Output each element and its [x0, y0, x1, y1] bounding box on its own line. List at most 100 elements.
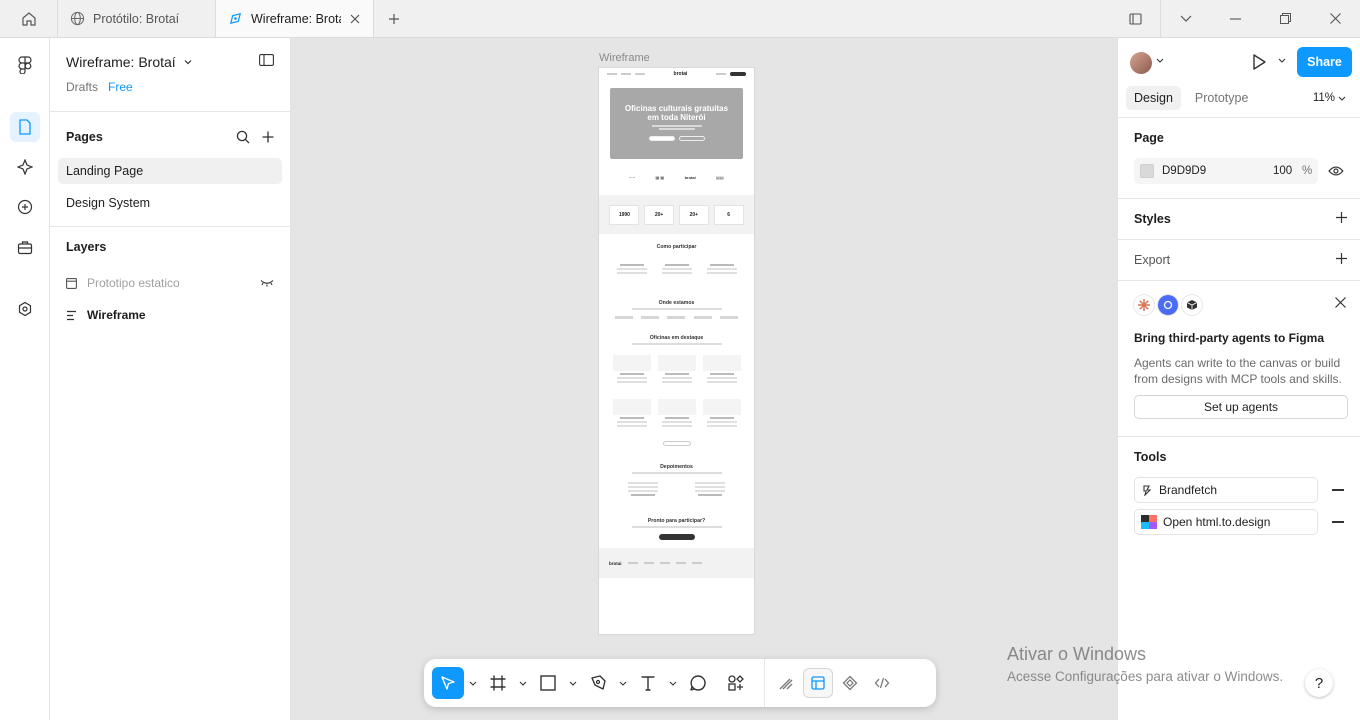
frame-tool-caret[interactable] [514, 681, 532, 686]
search-icon[interactable] [236, 130, 250, 144]
remove-tool-html-to-design[interactable] [1332, 521, 1344, 523]
tabs-dropdown-button[interactable] [1160, 0, 1210, 37]
tool-brandfetch[interactable]: Brandfetch [1134, 477, 1319, 503]
file-header: Wireframe: Brotaí Drafts Free [50, 38, 290, 112]
page-item-design-system[interactable]: Design System [58, 190, 282, 216]
pen-tool-caret[interactable] [614, 681, 632, 686]
remove-tool-brandfetch[interactable] [1332, 489, 1344, 491]
share-button[interactable]: Share [1297, 47, 1352, 77]
settings-button[interactable] [10, 294, 40, 324]
fill-opacity-value[interactable]: 100 [1252, 165, 1292, 177]
text-tool-caret[interactable] [664, 681, 682, 686]
book-icon [1128, 12, 1142, 25]
wf-logos: ~ ~ ▦ ▦ brotai ▤▤ [599, 159, 754, 195]
window-controls [1110, 0, 1360, 37]
frame-tool[interactable] [482, 667, 514, 699]
library-button[interactable] [1110, 0, 1160, 37]
tab-prototipo[interactable]: Protótilo: Brotaí [58, 0, 216, 37]
move-tool-caret[interactable] [464, 681, 482, 686]
text-tool[interactable] [632, 667, 664, 699]
add-style-icon[interactable] [1335, 211, 1348, 224]
wf-logo: brotai [684, 174, 696, 180]
tab-design[interactable]: Design [1126, 86, 1181, 110]
wf-cta-title: Pronto para participar? [647, 518, 706, 524]
layer-wireframe[interactable]: Wireframe [50, 299, 290, 331]
zoom-dropdown[interactable]: 11% [1313, 92, 1346, 104]
add-export-icon[interactable] [1335, 252, 1348, 265]
chevron-down-icon[interactable] [1278, 58, 1286, 63]
tools-title: Tools [1134, 450, 1167, 464]
tool-html-to-design[interactable]: Open html.to.design [1134, 509, 1319, 535]
fill-swatch[interactable] [1140, 164, 1154, 178]
copilot-agent-icon [1158, 295, 1178, 315]
draw-mode-button[interactable] [771, 668, 801, 698]
wf-where-title: Onde estamos [658, 300, 695, 306]
wireframe-frame[interactable]: brotai Oficinas culturais gratuitas em t… [599, 68, 754, 634]
canvas[interactable]: Wireframe brotai Oficinas culturais grat… [291, 38, 1117, 720]
chevron-down-icon [1338, 96, 1346, 101]
setup-agents-button[interactable]: Set up agents [1134, 395, 1348, 419]
present-play-icon[interactable] [1249, 52, 1269, 72]
wf-hero: Oficinas culturais gratuitas em toda Nit… [610, 88, 743, 159]
add-page-icon[interactable] [262, 131, 274, 143]
design-mode-button[interactable] [803, 668, 833, 698]
pages-header: Pages [50, 116, 290, 158]
design-mode-icon [811, 676, 825, 690]
close-window-button[interactable] [1310, 0, 1360, 37]
rectangle-icon [540, 675, 556, 691]
components-mode-button[interactable] [835, 668, 865, 698]
wf-stat: 20+ [678, 204, 709, 225]
styles-section: Styles [1118, 199, 1360, 240]
tab-prototype[interactable]: Prototype [1187, 86, 1257, 110]
html-to-design-icon [1141, 515, 1157, 529]
tab-wireframe[interactable]: Wireframe: Brotaí [216, 0, 374, 37]
toggle-ui-button[interactable] [259, 54, 274, 69]
plan-badge[interactable]: Free [108, 80, 133, 94]
layer-prototipo[interactable]: Prototipo estatico [50, 267, 290, 299]
dev-mode-icon [842, 675, 858, 691]
minimize-button[interactable] [1210, 0, 1260, 37]
close-icon [1329, 13, 1341, 24]
styles-title: Styles [1134, 212, 1171, 226]
file-panel-button[interactable] [9, 112, 40, 142]
file-title-button[interactable]: Wireframe: Brotaí [66, 54, 274, 70]
home-tab[interactable] [0, 0, 58, 37]
chevron-down-icon[interactable] [1156, 58, 1164, 63]
wf-workshops-row-2 [599, 399, 754, 427]
plugins-button[interactable] [10, 232, 40, 262]
eye-icon[interactable] [1328, 165, 1344, 177]
assets-button[interactable] [10, 152, 40, 182]
wf-footer: brotai [599, 548, 754, 578]
file-title: Wireframe: Brotaí [66, 54, 176, 70]
frame-label[interactable]: Wireframe [599, 52, 650, 64]
brandfetch-icon [1143, 485, 1152, 496]
main-menu-button[interactable] [10, 50, 40, 80]
assets-icon [16, 159, 33, 175]
code-mode-button[interactable] [867, 668, 897, 698]
new-tab-button[interactable] [374, 0, 414, 37]
figma-logo-icon [17, 56, 32, 74]
tab-bar: Protótilo: Brotaí Wireframe: Brotaí [0, 0, 1360, 38]
left-panel: Wireframe: Brotaí Drafts Free Pages Land… [50, 38, 291, 720]
pen-icon [591, 675, 606, 690]
tool-label: Brandfetch [1159, 483, 1218, 497]
page-fill-field[interactable]: D9D9D9 100 % [1134, 158, 1319, 184]
comment-tool[interactable] [682, 667, 714, 699]
shape-tool-caret[interactable] [564, 681, 582, 686]
close-icon[interactable] [1335, 297, 1346, 308]
file-location-link[interactable]: Drafts [66, 80, 98, 94]
pen-tool[interactable] [582, 667, 614, 699]
actions-tool[interactable] [720, 667, 752, 699]
wf-brand: brotai [673, 71, 688, 77]
restore-button[interactable] [1260, 0, 1310, 37]
shape-tool[interactable] [532, 667, 564, 699]
add-button[interactable] [10, 192, 40, 222]
hidden-eye-icon[interactable] [260, 279, 274, 287]
help-button[interactable]: ? [1305, 669, 1333, 697]
plus-circle-icon [17, 199, 32, 215]
page-item-landing[interactable]: Landing Page [58, 158, 282, 184]
avatar[interactable] [1130, 52, 1152, 74]
move-tool[interactable] [432, 667, 464, 699]
close-tab-icon[interactable] [349, 13, 361, 25]
layer-label: Prototipo estatico [87, 276, 180, 290]
